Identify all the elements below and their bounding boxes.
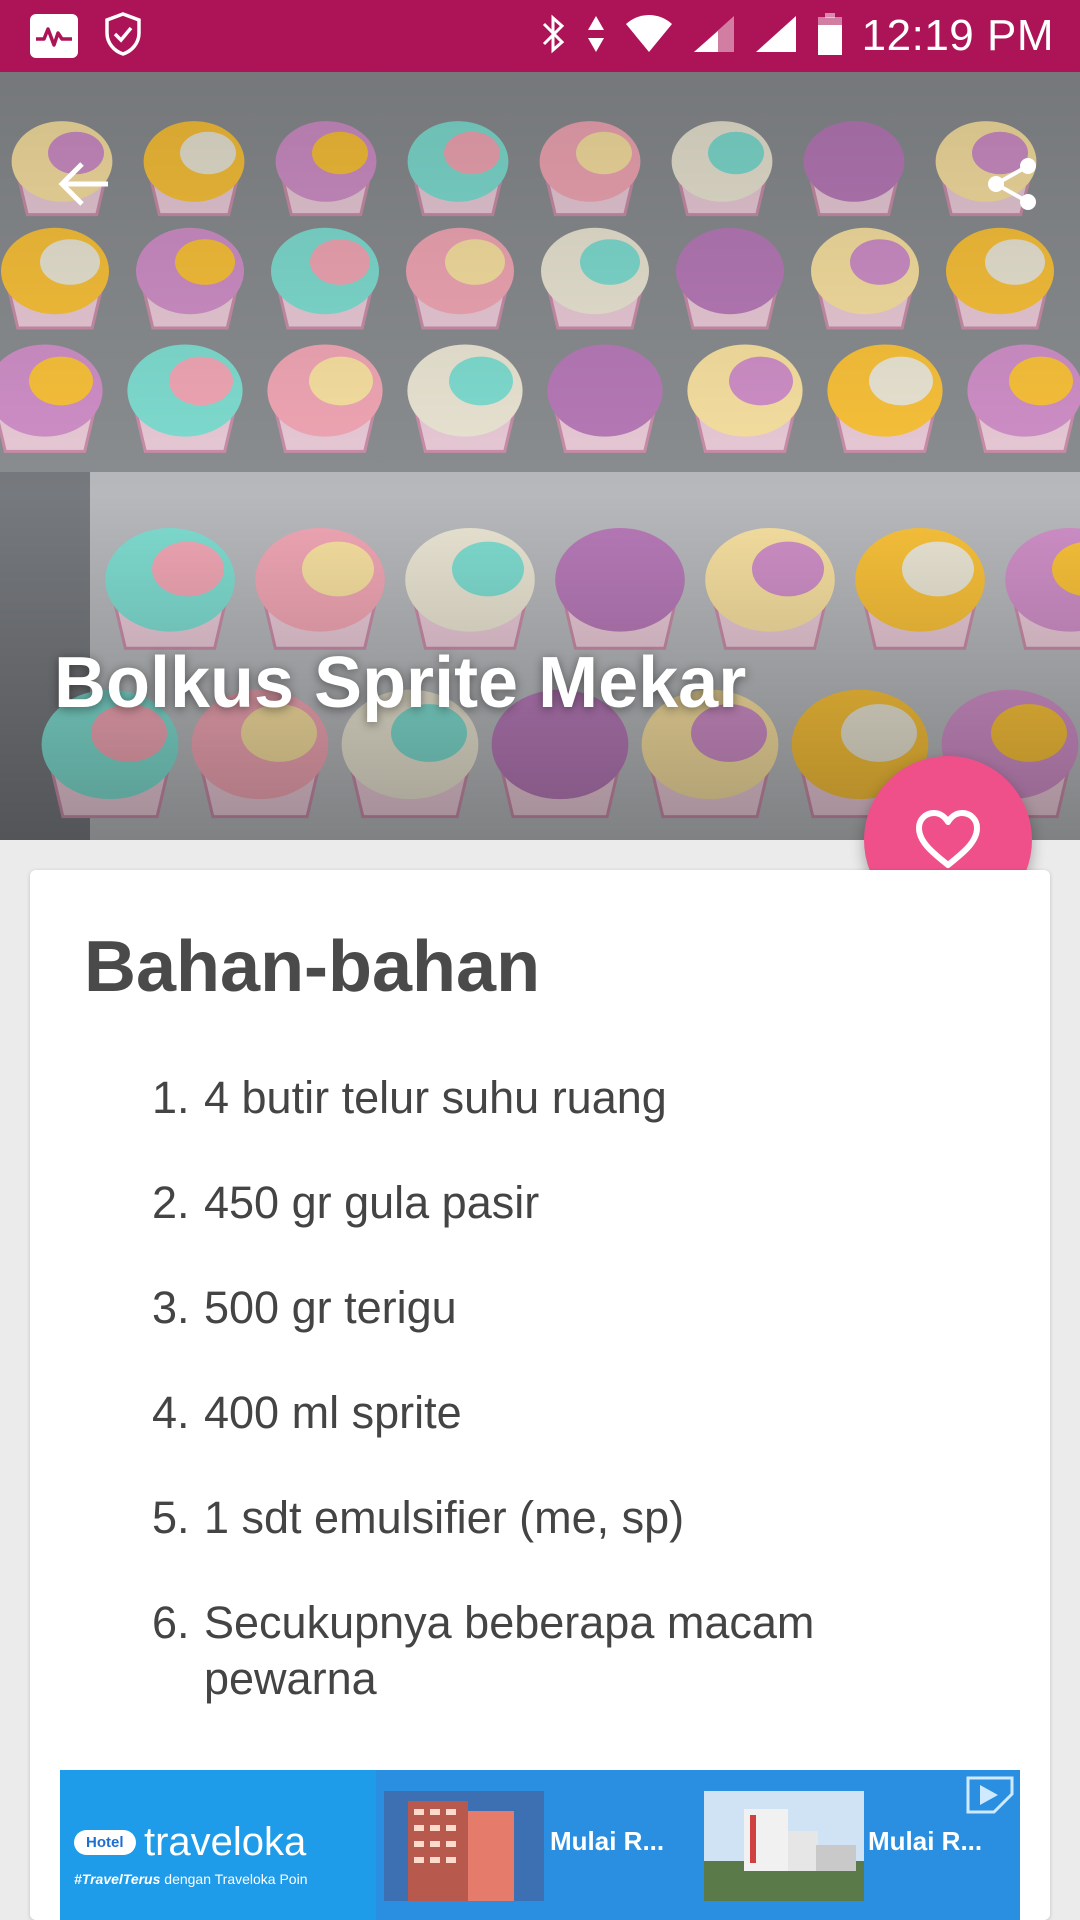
ingredients-list: 1. 4 butir telur suhu ruang 2. 450 gr gula… [30,1070,1050,1756]
arrow-left-icon [58,162,108,206]
recipe-title: Bolkus Sprite Mekar [54,643,747,723]
ingredient-text: 450 gr gula pasir [204,1177,540,1228]
ingredient-item: 5. 1 sdt emulsifier (me, sp) [30,1490,1050,1546]
signal-strength-icon [692,14,736,59]
ad-brand: traveloka [143,1820,307,1864]
ingredient-text: 1 sdt emulsifier (me, sp) [204,1492,685,1543]
data-transfer-icon [586,12,606,61]
signal-strength-icon-2 [754,14,798,59]
shield-check-icon [102,11,144,62]
traveloka-logo: Hotel traveloka #TravelTerus dengan Trav… [74,1820,374,1887]
hotel-badge: Hotel [74,1830,136,1855]
ingredient-text: Secukupnya beberapa macam pewarna [204,1597,815,1704]
back-button[interactable] [28,128,140,240]
ingredient-text: 500 gr terigu [204,1282,457,1333]
recipe-hero-image: Bolkus Sprite Mekar [0,72,1080,840]
ingredient-number: 5. [152,1492,190,1543]
ad-cta-1[interactable]: Mulai R... [550,1826,664,1857]
ad-offer-1[interactable]: Mulai R... [376,1770,696,1920]
hotel-photo-1 [384,1791,544,1901]
ingredients-heading: Bahan-bahan [84,927,541,1007]
share-icon [988,158,1036,210]
bluetooth-icon [538,12,568,61]
ad-cta-2[interactable]: Mulai R... [868,1826,982,1857]
ingredient-text: 400 ml sprite [204,1387,462,1438]
ad-banner[interactable]: Hotel traveloka #TravelTerus dengan Trav… [60,1770,1020,1920]
ingredient-number: 4. [152,1387,190,1438]
ingredient-text: 4 butir telur suhu ruang [204,1072,667,1123]
wifi-icon [624,14,674,59]
status-time: 12:19 PM [861,11,1054,60]
ingredient-item: 1. 4 butir telur suhu ruang [30,1070,1050,1126]
ingredient-item: 6. Secukupnya beberapa macam pewarna [30,1595,1050,1707]
heart-outline-icon [916,810,980,868]
ad-tagline: #TravelTerus dengan Traveloka Poin [74,1871,308,1887]
share-button[interactable] [956,128,1068,240]
ingredient-number: 1. [152,1072,190,1123]
ingredient-item: 2. 450 gr gula pasir [30,1175,1050,1231]
ingredient-item: 3. 500 gr terigu [30,1280,1050,1336]
battery-icon [816,11,844,62]
hotel-photo-2 [704,1791,864,1901]
ad-choices-icon[interactable] [964,1774,1016,1816]
ingredients-card: Bahan-bahan 1. 4 butir telur suhu ruang 2… [30,870,1050,1920]
ingredient-item: 4. 400 ml sprite [30,1385,1050,1441]
cupcakes-photo [0,72,1080,840]
ingredient-number: 6. [152,1597,190,1648]
ingredient-number: 3. [152,1282,190,1333]
ingredient-number: 2. [152,1177,190,1228]
status-bar: 12:19 PM [0,0,1080,72]
activity-monitor-icon [30,14,78,58]
